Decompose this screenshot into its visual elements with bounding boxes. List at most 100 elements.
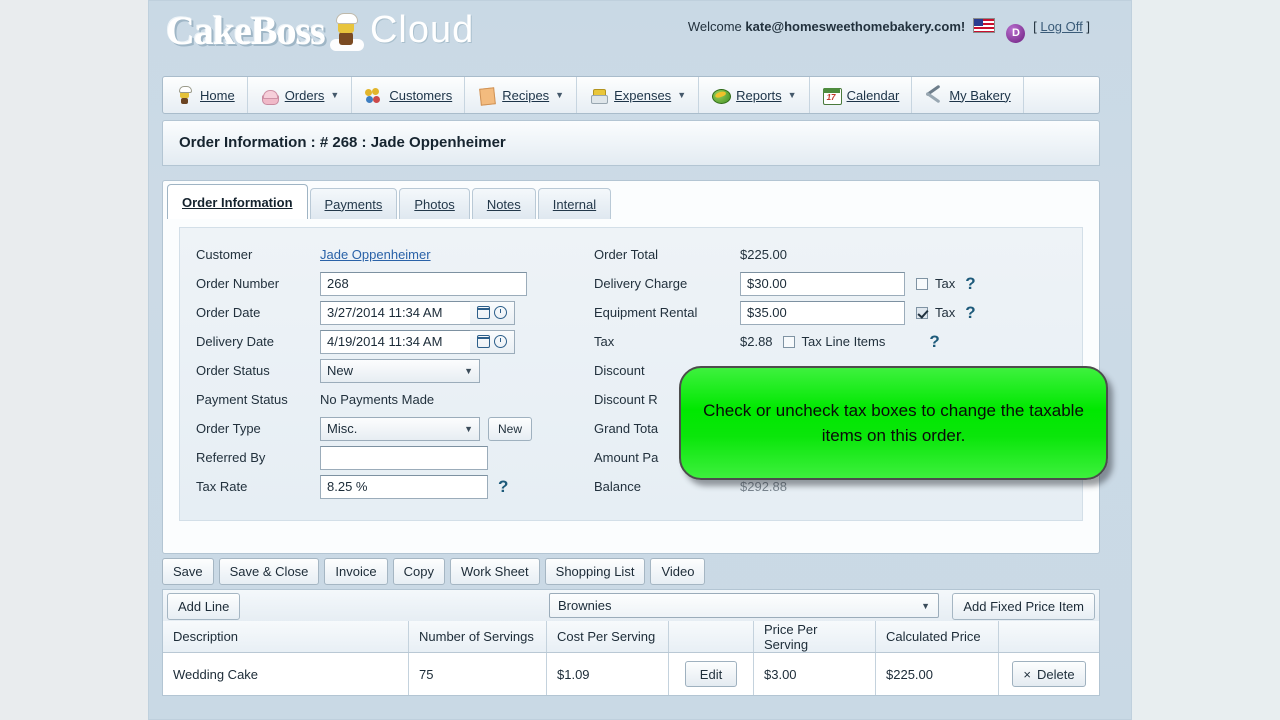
nav-label-customers: Customers [389,87,453,103]
calendar-picker-icon[interactable] [477,306,490,319]
order-type-new-button[interactable]: New [488,416,533,441]
clock-picker-icon[interactable] [494,306,507,319]
edit-line-button[interactable]: Edit [684,661,738,687]
order-date-pickers[interactable] [470,300,515,325]
label-referred-by: Referred By [196,450,266,465]
field-row-delivery-charge: Delivery Charge $30.00 Tax ? [594,269,1084,298]
invoice-button[interactable]: Invoice [324,558,388,585]
calendar-picker-icon[interactable] [477,335,490,348]
calendar-icon: 17 [822,86,842,105]
delivery-date-pickers[interactable] [470,329,515,354]
chef-home-icon [175,85,194,105]
save-and-close-button[interactable]: Save & Close [218,558,320,585]
tax-tip-callout-text: Check or uncheck tax boxes to change the… [703,401,1084,445]
tools-icon [924,84,943,105]
chevron-down-icon: ▼ [677,90,687,100]
table-header-row: Description Number of Servings Cost Per … [163,621,1099,653]
nav-item-calendar[interactable]: 17 Calendar [810,77,913,113]
recipe-card-icon [477,86,497,106]
clock-picker-icon[interactable] [494,335,507,348]
video-button[interactable]: Video [650,558,706,585]
tab-order-information[interactable]: Order Information [167,184,308,219]
main-navigation: Home Orders ▼ Customers Recipes ▼ Expens… [162,76,1100,114]
field-row-order-total: Order Total $225.00 [594,240,1084,269]
label-delivery-date: Delivery Date [196,334,275,349]
nav-item-customers[interactable]: Customers [352,77,466,113]
copy-button[interactable]: Copy [392,558,445,585]
customer-link[interactable]: Jade Oppenheimer [320,247,431,262]
nav-item-my-bakery[interactable]: My Bakery [912,77,1024,113]
log-off-link[interactable]: Log Off [1040,19,1082,34]
cell-description: Wedding Cake [163,653,409,695]
cupcake-icon [260,86,279,105]
tax-line-items-label: Tax Line Items [801,334,886,349]
equipment-rental-tax-checkbox[interactable] [916,306,928,319]
delete-line-button[interactable]: × Delete [1012,661,1086,687]
delivery-charge-tax-checkbox[interactable] [916,277,928,290]
order-type-value: Misc. [327,421,358,436]
account-badge-icon[interactable]: D [1006,24,1026,43]
order-total-value: $225.00 [740,247,787,262]
label-customer: Customer [196,247,253,262]
label-equipment-rental: Equipment Rental [594,305,698,320]
app-logo: CakeBoss Cloud [166,7,474,55]
label-tax: Tax [594,334,615,349]
add-line-button[interactable]: Add Line [167,592,241,620]
app-header: CakeBoss Cloud Welcome kate@homesweethom… [148,0,1132,66]
shopping-list-button[interactable]: Shopping List [544,558,646,585]
table-row: Wedding Cake 75 $1.09 Edit $3.00 $225.00… [163,653,1099,695]
tax-line-items-checkbox[interactable] [782,335,795,348]
tab-payments[interactable]: Payments [309,188,398,219]
recipe-select[interactable]: Brownies ▼ [549,593,939,618]
label-payment-status: Payment Status [196,392,288,407]
welcome-prefix: Welcome [687,19,742,34]
tab-notes[interactable]: Notes [471,188,536,219]
equipment-rental-input[interactable]: $35.00 [740,300,905,325]
nav-item-expenses[interactable]: Expenses ▼ [577,77,700,113]
order-date-input[interactable]: 3/27/2014 11:34 AM [320,300,470,325]
cell-delete: × Delete [999,653,1099,695]
right-gutter [1132,0,1280,720]
us-flag-icon[interactable] [972,18,995,33]
order-form-left-column: Customer Jade Oppenheimer Order Number 2… [180,228,600,501]
logoff-bracket-open: [ [1033,19,1037,34]
tax-help-icon[interactable]: ? [929,332,939,352]
cell-number-of-servings: 75 [409,653,547,695]
label-order-status: Order Status [196,363,270,378]
save-button[interactable]: Save [162,558,214,585]
cell-price-per-serving: $3.00 [754,653,876,695]
order-number-input[interactable]: 268 [320,271,527,296]
left-gutter [0,0,148,720]
tax-tip-callout: Check or uncheck tax boxes to change the… [679,366,1108,480]
tab-internal[interactable]: Internal [537,188,612,219]
nav-label-home: Home [200,87,235,103]
nav-item-recipes[interactable]: Recipes ▼ [465,77,578,113]
referred-by-input[interactable] [320,445,488,470]
tab-photos[interactable]: Photos [399,188,470,219]
nav-item-orders[interactable]: Orders ▼ [248,77,353,113]
order-status-select[interactable]: New ▼ [320,358,480,383]
tax-rate-input[interactable]: 8.25 % [320,474,488,499]
tax-rate-help-icon[interactable]: ? [498,477,508,497]
field-row-tax-rate: Tax Rate 8.25 % ? [180,472,600,501]
column-header-calculated-price: Calculated Price [876,621,999,652]
chevron-down-icon: ▼ [555,90,565,100]
delivery-charge-input[interactable]: $30.00 [740,271,905,296]
add-fixed-price-item-button[interactable]: Add Fixed Price Item [952,593,1095,620]
field-row-customer: Customer Jade Oppenheimer [180,240,600,269]
field-row-referred-by: Referred By [180,443,600,472]
nav-item-reports[interactable]: Reports ▼ [699,77,810,113]
field-row-order-status: Order Status New ▼ [180,356,600,385]
label-delivery-charge: Delivery Charge [594,276,688,291]
nav-item-home[interactable]: Home [163,77,248,113]
delivery-date-input[interactable]: 4/19/2014 11:34 AM [320,329,470,354]
welcome-email: kate@homesweethomebakery.com! [745,19,966,34]
field-row-order-type: Order Type Misc. ▼ New [180,414,600,443]
order-type-select[interactable]: Misc. ▼ [320,416,480,441]
app-screen: CakeBoss Cloud Welcome kate@homesweethom… [0,0,1280,720]
label-balance: Balance [594,479,641,494]
work-sheet-button[interactable]: Work Sheet [449,558,540,585]
delivery-charge-help-icon[interactable]: ? [965,274,975,294]
tab-label-order-information: Order Information [182,194,293,210]
equipment-rental-help-icon[interactable]: ? [965,303,975,323]
